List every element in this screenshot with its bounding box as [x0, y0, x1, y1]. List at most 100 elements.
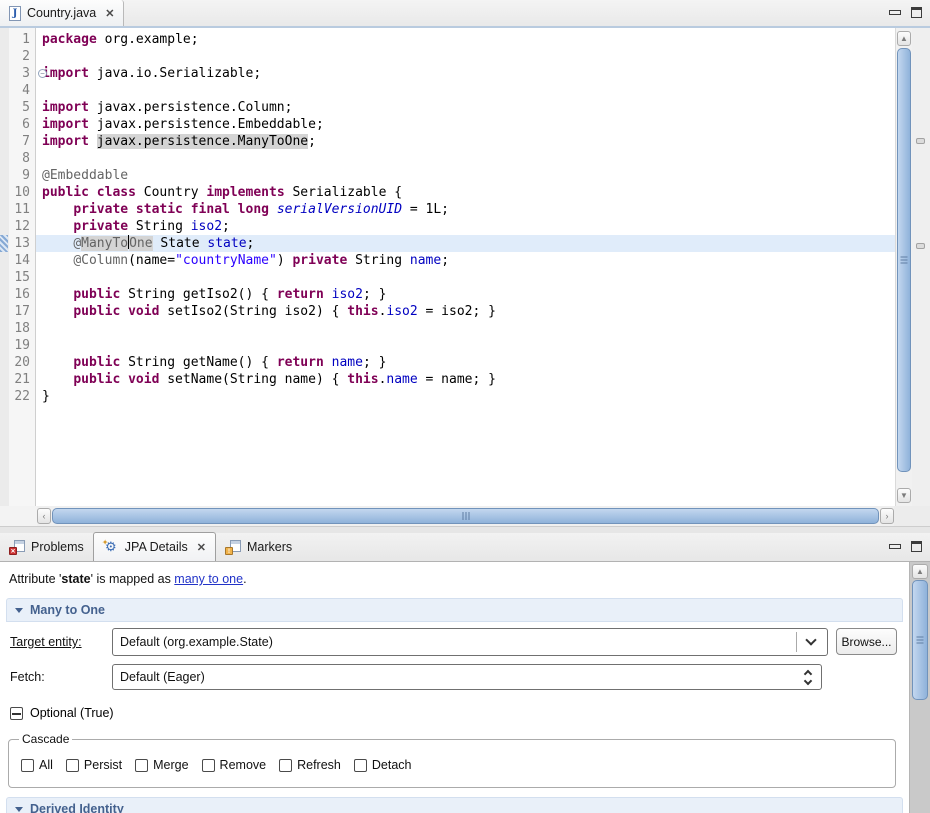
hscroll-left-spacer: [0, 506, 37, 526]
close-icon[interactable]: ✕: [105, 7, 114, 20]
code-line[interactable]: import javax.persistence.Embeddable;: [42, 116, 895, 133]
cascade-option-persist[interactable]: Persist: [66, 758, 122, 772]
checkbox-label: All: [39, 758, 53, 772]
cascade-option-detach[interactable]: Detach: [354, 758, 412, 772]
view-tab-label: Markers: [247, 540, 292, 554]
code-line[interactable]: public void setIso2(String iso2) { this.…: [42, 303, 895, 320]
message-text: .: [243, 572, 246, 586]
message-text: Attribute ': [9, 572, 61, 586]
line-number: 19: [0, 337, 35, 354]
mapping-type-link[interactable]: many to one: [174, 572, 243, 586]
cascade-option-all[interactable]: All: [21, 758, 53, 772]
code-line[interactable]: package org.example;: [42, 31, 895, 48]
close-icon[interactable]: ✕: [197, 541, 206, 554]
jpa-details-icon: [103, 539, 119, 555]
scroll-left-icon[interactable]: ‹: [37, 508, 51, 524]
code-line[interactable]: @Embeddable: [42, 167, 895, 184]
code-area[interactable]: package org.example; import java.io.Seria…: [36, 28, 895, 506]
fold-minus-icon[interactable]: [38, 69, 47, 78]
checkbox-label: Remove: [220, 758, 267, 772]
scroll-grip-icon: [901, 257, 908, 264]
browse-button[interactable]: Browse...: [836, 628, 897, 655]
section-derived-identity[interactable]: Derived Identity: [6, 797, 903, 813]
optional-label: Optional (True): [30, 706, 114, 720]
line-number-gutter: 12345678910111213141516171819202122: [0, 28, 36, 506]
problems-icon: ✕: [9, 540, 25, 555]
minimize-icon[interactable]: [889, 10, 901, 15]
checkbox[interactable]: [202, 759, 215, 772]
view-tab-bar: ✕ Problems JPA Details✕!Markers: [0, 533, 930, 562]
view-tab-problems[interactable]: ✕ Problems: [0, 533, 93, 561]
line-number: 7: [0, 133, 35, 150]
code-line[interactable]: [42, 150, 895, 167]
code-line[interactable]: @Column(name="countryName") private Stri…: [42, 252, 895, 269]
scroll-down-icon[interactable]: ▼: [897, 488, 911, 503]
checkbox-label: Detach: [372, 758, 412, 772]
scroll-up-icon[interactable]: ▲: [912, 564, 928, 579]
code-editor: 12345678910111213141516171819202122 pack…: [0, 28, 930, 506]
chevron-down-icon: [15, 807, 23, 812]
occurrence-marker[interactable]: [916, 138, 925, 144]
code-line[interactable]: public String getIso2() { return iso2; }: [42, 286, 895, 303]
view-vertical-scrollbar[interactable]: ▲: [909, 562, 930, 813]
editor-tab-country-java[interactable]: Country.java ✕: [0, 0, 124, 26]
code-line[interactable]: @ManyToOne State state;: [36, 235, 895, 252]
line-number: 21: [0, 371, 35, 388]
view-vscroll-thumb[interactable]: [912, 580, 928, 700]
cascade-option-refresh[interactable]: Refresh: [279, 758, 341, 772]
cascade-option-remove[interactable]: Remove: [202, 758, 267, 772]
scroll-right-icon[interactable]: ›: [880, 508, 894, 524]
checkbox[interactable]: [21, 759, 34, 772]
minimize-icon[interactable]: [889, 544, 901, 549]
code-line[interactable]: [42, 269, 895, 286]
editor-vscroll-thumb[interactable]: [897, 48, 911, 472]
code-line[interactable]: [42, 320, 895, 337]
code-line[interactable]: public class Country implements Serializ…: [42, 184, 895, 201]
hscroll-track[interactable]: [52, 508, 879, 524]
cascade-option-merge[interactable]: Merge: [135, 758, 188, 772]
optional-checkbox-row[interactable]: Optional (True): [10, 706, 114, 720]
line-number: 20: [0, 354, 35, 371]
section-many-to-one[interactable]: Many to One: [6, 598, 903, 622]
hscroll-right-spacer: [894, 506, 930, 526]
code-line[interactable]: import java.io.Serializable;: [42, 65, 895, 82]
code-line[interactable]: import javax.persistence.Column;: [42, 99, 895, 116]
overview-ruler: [912, 28, 930, 506]
code-line[interactable]: [42, 82, 895, 99]
attribute-name: state: [61, 572, 90, 586]
checkbox[interactable]: [279, 759, 292, 772]
code-line[interactable]: [42, 337, 895, 354]
scroll-up-icon[interactable]: ▲: [897, 31, 911, 46]
target-entity-label[interactable]: Target entity:: [10, 635, 82, 649]
checkbox[interactable]: [354, 759, 367, 772]
maximize-icon[interactable]: [911, 541, 922, 552]
message-text: ' is mapped as: [91, 572, 175, 586]
code-line[interactable]: import javax.persistence.ManyToOne;: [42, 133, 895, 150]
line-number: 1: [0, 31, 35, 48]
view-tab-jpa-details[interactable]: JPA Details✕: [93, 532, 216, 561]
code-line[interactable]: public void setName(String name) { this.…: [42, 371, 895, 388]
optional-checkbox[interactable]: [10, 707, 23, 720]
fetch-label: Fetch:: [10, 670, 45, 684]
spinner-icons[interactable]: [805, 671, 811, 684]
view-tab-markers[interactable]: !Markers: [216, 533, 301, 561]
checkbox[interactable]: [66, 759, 79, 772]
code-line[interactable]: public String getName() { return name; }: [42, 354, 895, 371]
occurrence-marker[interactable]: [916, 243, 925, 249]
code-line[interactable]: }: [42, 388, 895, 405]
hscroll-thumb[interactable]: [52, 508, 879, 524]
maximize-icon[interactable]: [911, 7, 922, 18]
chevron-down-icon: [15, 608, 23, 613]
chevron-down-icon[interactable]: [805, 634, 816, 645]
combo-separator: [796, 632, 797, 652]
line-number: 14: [0, 252, 35, 269]
code-line[interactable]: private String iso2;: [42, 218, 895, 235]
code-line[interactable]: [42, 48, 895, 65]
view-tab-label: Problems: [31, 540, 84, 554]
editor-vertical-scrollbar[interactable]: ▲ ▼: [895, 28, 912, 506]
fetch-combo[interactable]: Default (Eager): [112, 664, 822, 690]
target-entity-combo[interactable]: Default (org.example.State): [112, 628, 828, 656]
checkbox[interactable]: [135, 759, 148, 772]
target-entity-value: Default (org.example.State): [113, 635, 796, 649]
code-line[interactable]: private static final long serialVersionU…: [42, 201, 895, 218]
